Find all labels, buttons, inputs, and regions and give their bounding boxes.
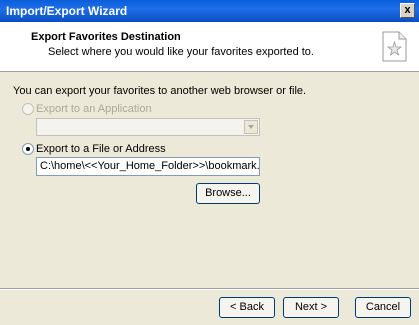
favorites-document-icon: [382, 31, 407, 62]
footer-divider: [0, 288, 419, 290]
wizard-window: Import/Export Wizard x Export Favorites …: [0, 0, 419, 325]
next-button[interactable]: Next >: [283, 297, 339, 318]
back-button[interactable]: < Back: [219, 297, 275, 318]
cancel-button[interactable]: Cancel: [355, 297, 411, 318]
close-button[interactable]: x: [400, 3, 415, 18]
intro-text: You can export your favorites to another…: [13, 85, 307, 97]
browse-button[interactable]: Browse...: [196, 183, 260, 204]
radio-selected-dot: [26, 147, 30, 151]
export-file-radio[interactable]: [22, 143, 34, 155]
title-bar[interactable]: Import/Export Wizard x: [0, 0, 419, 22]
export-file-label: Export to a File or Address: [36, 143, 166, 155]
export-path-field[interactable]: C:\home\<<Your_Home_Folder>>\bookmark.ht…: [36, 157, 260, 176]
window-title: Import/Export Wizard: [6, 4, 128, 18]
wizard-header: Export Favorites Destination Select wher…: [0, 22, 419, 72]
page-title: Export Favorites Destination: [31, 31, 181, 43]
page-subtitle: Select where you would like your favorit…: [48, 46, 314, 58]
chevron-down-icon[interactable]: [244, 120, 258, 134]
application-combo[interactable]: [36, 118, 260, 136]
export-application-label: Export to an Application: [36, 103, 152, 115]
export-application-radio[interactable]: [22, 103, 34, 115]
